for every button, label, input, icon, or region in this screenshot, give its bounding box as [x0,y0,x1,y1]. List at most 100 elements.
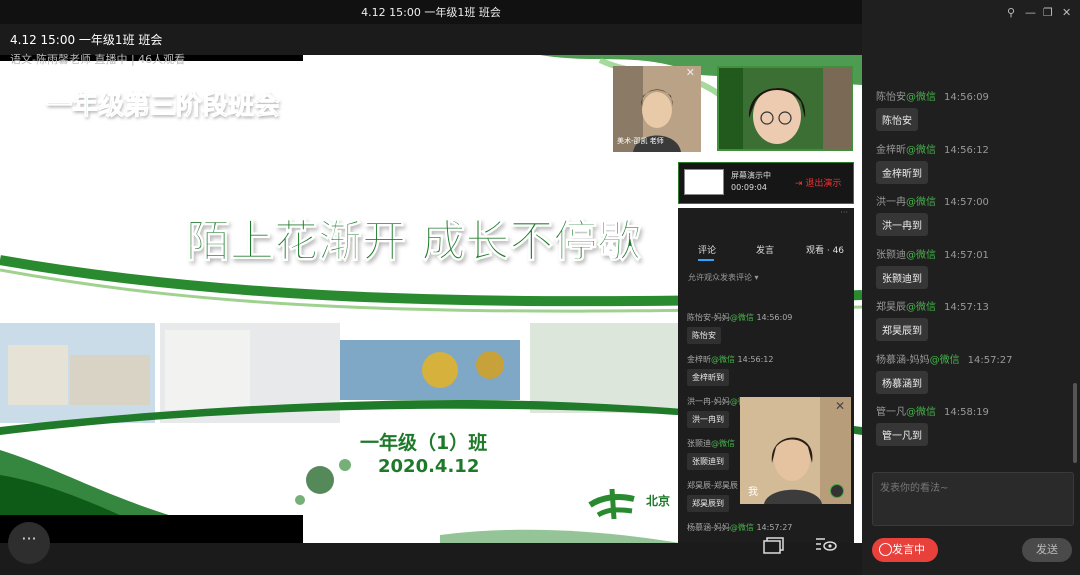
slide-slogan: 陌上花渐开 成长不停歇 [185,216,642,268]
message-text: 陈怡安 [876,108,918,131]
school-name: 北京 [646,494,671,508]
list-item: 郑昊辰@微信 14:57:13 郑昊辰到 [862,298,1072,351]
message-source: @微信 [906,407,936,418]
teacher-camera-tile[interactable]: ✕ 美术-邵凯 老师 [613,66,701,152]
message-source: @微信 [929,354,960,366]
close-icon[interactable]: ✕ [1062,6,1071,19]
chat-scrollbar[interactable] [1073,383,1077,463]
slide-date: 2020.4.12 [378,456,480,477]
comment-source: @微信 [729,313,754,322]
comment-text: 陈怡安 [687,327,721,344]
message-source: @微信 [906,197,936,208]
list-item: 金梓昕@微信 14:56:12 金梓昕到 [862,141,1072,194]
message-text: 金梓昕到 [876,160,928,184]
list-item: 杨慕涵-妈妈@微信 14:57:27 杨慕涵到 [862,351,1072,404]
message-time: 14:57:01 [944,249,989,261]
tab-viewers[interactable]: 观看 · 46 [806,243,844,256]
message-author: 张颢迪 [876,249,906,261]
message-text: 杨慕涵到 [876,370,928,394]
speaking-button[interactable]: 发言中 [872,538,938,562]
more-options-button[interactable]: ··· [8,522,50,564]
list-item: 洪一冉@微信 14:57:00 洪一冉到 [862,193,1072,246]
screen-share-icon[interactable] [763,536,785,554]
camera-name-label: 我 [748,487,758,498]
list-item: 张颢迪@微信 14:57:01 张颢迪到 [862,246,1072,299]
comment-author: 郑昊辰-郑昊辰 [687,481,738,490]
message-author: 洪一冉 [876,197,906,208]
message-time: 14:57:27 [967,354,1013,366]
comment-author: 金梓昕 [687,355,711,364]
message-text: 管一凡到 [876,423,928,446]
more-icon[interactable]: ··· [840,208,848,217]
comment-time: 14:57:27 [756,523,793,532]
camera-feed [719,68,851,149]
message-time: 14:56:09 [944,92,989,103]
pin-icon[interactable]: ⚲ [1007,6,1015,19]
tab-comments[interactable]: 评论 [698,243,716,256]
message-author: 金梓昕 [876,144,906,156]
minimize-icon[interactable]: — [1025,6,1036,19]
chevron-down-icon: ▾ [754,273,759,282]
window-title: 4.12 15:00 一年级1班 班会 [361,6,501,19]
comment-author: 杨慕涵-妈妈 [687,523,730,532]
message-text: 洪一冉到 [876,213,928,236]
teacher-main-camera-tile[interactable] [717,66,853,151]
speech-bubble-icon [879,543,892,556]
send-button[interactable]: 发送 [1022,538,1072,562]
comment-input[interactable] [872,472,1074,526]
message-author: 陈怡安 [876,92,906,103]
list-item: 金梓昕@微信 14:56:12 金梓昕到 [678,354,854,396]
screen-share-timer: 00:09:04 [731,183,767,192]
screen-share-thumbnail [684,169,724,195]
exit-icon: ⇥ [795,179,803,189]
microphone-icon[interactable] [830,484,844,498]
screen-share-bar: 屏幕演示中 00:09:04 ⇥ 退出演示 [678,162,854,204]
restore-icon[interactable]: ❐ [1043,6,1053,19]
tab-speak[interactable]: 发言 [756,243,774,256]
screen-share-status: 屏幕演示中 [731,171,771,180]
message-source: @微信 [906,92,936,103]
list-item: 陈怡安-妈妈@微信 14:56:09 陈怡安 [678,312,854,354]
comment-author: 张颢迪 [687,439,711,448]
comment-source: @微信 [711,439,735,448]
camera-name-label: 美术-邵凯 老师 [617,137,664,145]
allow-comments-toggle[interactable]: 允许观众发表评论 ▾ [688,272,759,283]
allow-comments-label: 允许观众发表评论 [688,273,752,282]
close-icon[interactable]: ✕ [835,399,845,413]
comment-author: 陈怡安-妈妈 [687,313,730,322]
message-source: @微信 [906,302,936,313]
message-author: 郑昊辰 [876,302,906,313]
eye-view-icon[interactable] [815,536,837,554]
message-text: 张颢迪到 [876,265,928,289]
comment-text: 张颢迪到 [687,453,729,470]
exit-share-button[interactable]: ⇥ 退出演示 [795,176,841,189]
comment-time: 14:56:09 [756,313,793,322]
comment-time: 14:56:12 [737,355,774,364]
message-source: @微信 [906,249,936,261]
message-time: 14:57:00 [944,197,989,208]
comment-author: 洪一冉-妈妈 [687,397,730,406]
session-title: 4.12 15:00 一年级1班 班会 [10,33,163,47]
message-time: 14:57:13 [944,302,989,313]
comment-text: 郑昊辰到 [687,495,729,512]
comment-source: @微信 [729,523,754,532]
session-subtitle: 语文-陈雨馨老师 直播中 | 46人观看 [10,53,186,66]
message-author: 杨慕涵-妈妈 [876,354,930,366]
comment-source: @微信 [711,355,735,364]
message-time: 14:56:12 [944,144,989,156]
app-window: 4.12 15:00 一年级1班 班会 一年级第三阶段班会 陌上花渐开 成长不停… [0,0,1080,575]
speaking-label: 发言中 [892,543,925,556]
message-author: 管一凡 [876,407,906,418]
message-text: 郑昊辰到 [876,318,928,341]
comment-text: 金梓昕到 [687,369,729,386]
chat-message-list[interactable]: 陈怡安@微信 14:56:09 陈怡安 金梓昕@微信 14:56:12 金梓昕到 洪… [862,88,1072,458]
close-icon[interactable]: ✕ [686,66,695,79]
message-source: @微信 [906,144,936,156]
exit-share-label: 退出演示 [805,179,842,189]
list-item: 管一凡@微信 14:58:19 管一凡到 [862,403,1072,456]
comment-text: 洪一冉到 [687,411,729,428]
self-camera-tile[interactable]: ✕ 我 [740,397,851,504]
active-tab-indicator [698,259,714,261]
message-time: 14:58:19 [944,407,989,418]
slide-title: 一年级第三阶段班会 [45,91,281,122]
